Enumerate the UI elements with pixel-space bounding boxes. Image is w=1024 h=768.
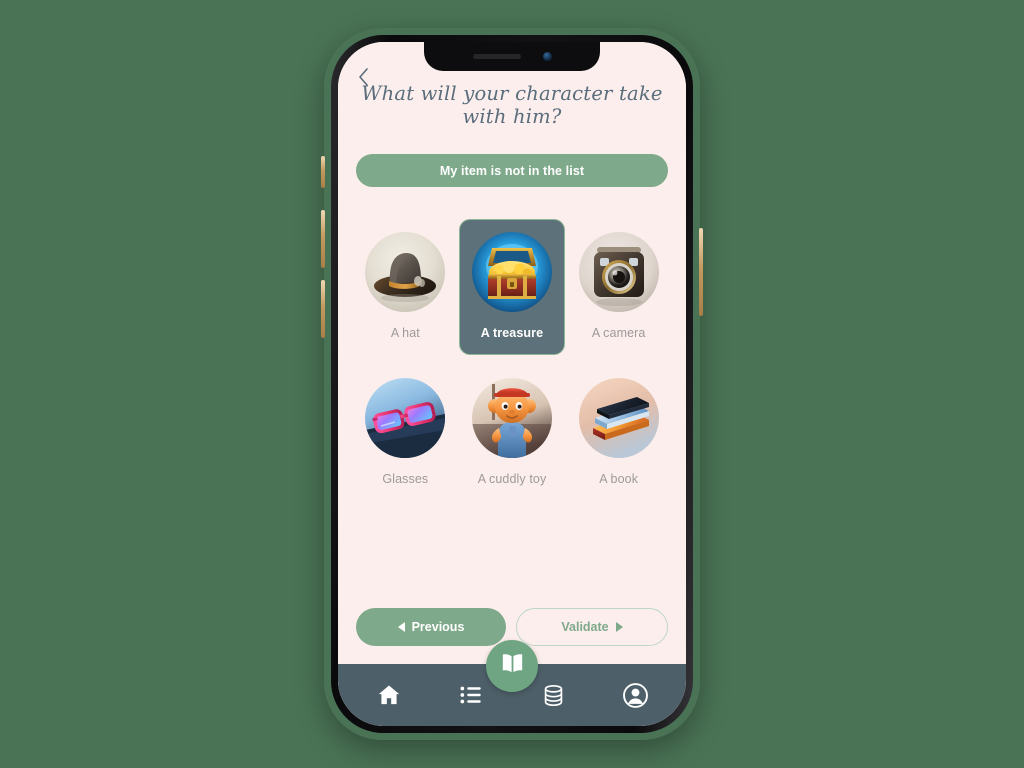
volume-up-button[interactable]	[321, 210, 325, 268]
account-icon	[622, 682, 649, 709]
front-camera-icon	[542, 52, 552, 61]
chevron-left-icon	[357, 67, 370, 87]
phone-bezel: What will your character take with him? …	[331, 35, 693, 733]
item-grid: A hat A treasure A camera Glasses A cudd…	[338, 187, 686, 608]
book-icon	[578, 378, 659, 458]
item-card-camera[interactable]: A camera	[565, 219, 672, 355]
hat-icon	[365, 232, 446, 312]
my-item-not-in-list-button[interactable]: My item is not in the list	[356, 154, 668, 187]
item-card-cuddly-toy[interactable]: A cuddly toy	[459, 365, 566, 501]
item-label: Glasses	[382, 472, 429, 486]
earpiece-speaker-icon	[472, 54, 521, 59]
nav-account-button[interactable]	[618, 678, 652, 712]
triangle-left-icon	[397, 622, 405, 632]
item-label: A camera	[591, 326, 646, 340]
power-button[interactable]	[699, 228, 703, 316]
phone-device: What will your character take with him? …	[321, 28, 703, 740]
nav-story-button[interactable]	[486, 640, 538, 692]
validate-button-label: Validate	[561, 620, 609, 634]
list-icon	[458, 682, 484, 708]
item-card-treasure[interactable]: A treasure	[458, 219, 566, 355]
camera-icon	[578, 232, 659, 312]
item-card-book[interactable]: A book	[565, 365, 672, 501]
nav-home-button[interactable]	[372, 678, 406, 712]
home-icon	[376, 682, 402, 708]
app-container: What will your character take with him? …	[338, 42, 686, 726]
bottom-navigation-bar	[338, 640, 686, 726]
silent-switch-button[interactable]	[321, 156, 325, 188]
page-title: What will your character take with him?	[361, 82, 663, 128]
glasses-icon	[365, 378, 446, 458]
phone-notch	[424, 42, 600, 71]
item-label: A book	[599, 472, 639, 486]
item-label: A cuddly toy	[477, 472, 547, 486]
triangle-right-icon	[615, 622, 623, 632]
item-card-glasses[interactable]: Glasses	[352, 365, 459, 501]
database-icon	[541, 683, 566, 708]
previous-button[interactable]: Previous	[356, 608, 506, 646]
back-button[interactable]	[350, 64, 376, 90]
volume-down-button[interactable]	[321, 280, 325, 338]
previous-button-label: Previous	[411, 620, 465, 634]
book-open-icon	[499, 650, 526, 682]
phone-screen: What will your character take with him? …	[338, 42, 686, 726]
validate-button[interactable]: Validate	[516, 608, 668, 646]
nav-library-button[interactable]	[536, 678, 570, 712]
item-card-hat[interactable]: A hat	[352, 219, 459, 355]
item-label: A hat	[390, 326, 420, 340]
cuddly-toy-icon	[471, 378, 552, 458]
item-label: A treasure	[480, 326, 544, 340]
treasure-icon	[471, 232, 552, 312]
nav-list-button[interactable]	[454, 678, 488, 712]
